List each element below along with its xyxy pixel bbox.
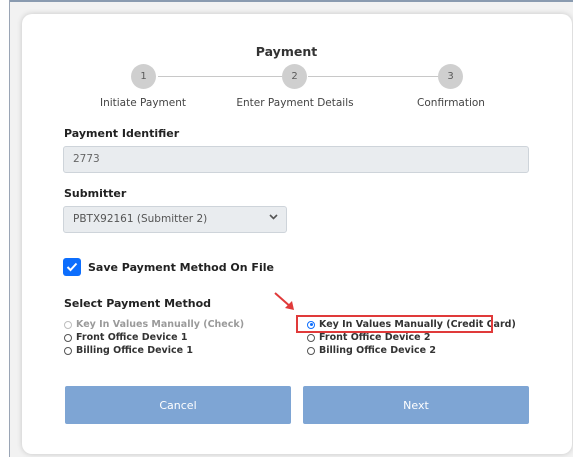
radio-option-label: Key In Values Manually (Check) <box>76 319 245 330</box>
submitter-select[interactable]: PBTX92161 (Submitter 2) <box>63 206 287 233</box>
chevron-down-icon <box>269 213 278 223</box>
radio-button[interactable] <box>307 333 315 342</box>
radio-option-billing-office-1[interactable]: Billing Office Device 1 <box>64 345 193 356</box>
step-1-label: Initiate Payment <box>99 97 187 109</box>
radio-option-billing-office-2[interactable]: Billing Office Device 2 <box>307 345 436 356</box>
step-1-circle: 1 <box>131 64 156 89</box>
annotation-arrow-icon <box>274 292 294 310</box>
step-2-label: Enter Payment Details <box>236 97 354 109</box>
payment-identifier-value: 2773 <box>73 153 100 165</box>
radio-option-check-manual: Key In Values Manually (Check) <box>64 319 244 330</box>
radio-button[interactable] <box>307 346 315 355</box>
step-3-label: Confirmation <box>417 97 485 109</box>
checkmark-icon <box>66 262 78 272</box>
step-3-circle: 3 <box>438 64 463 89</box>
stepper-connector <box>158 76 282 77</box>
select-payment-method-label: Select Payment Method <box>64 297 212 310</box>
annotation-highlight-box <box>296 315 493 333</box>
radio-button <box>64 320 72 329</box>
page-title: Payment <box>255 44 318 59</box>
next-button[interactable]: Next <box>303 386 529 424</box>
radio-option-label: Front Office Device 1 <box>76 332 188 343</box>
radio-option-front-office-2[interactable]: Front Office Device 2 <box>307 332 431 343</box>
payment-identifier-label: Payment Identifier <box>64 127 180 140</box>
payment-identifier-field: 2773 <box>63 146 529 173</box>
radio-option-label: Front Office Device 2 <box>319 332 431 343</box>
stepper-connector <box>308 76 438 77</box>
save-payment-method-checkbox[interactable] <box>63 258 81 276</box>
radio-option-label: Billing Office Device 1 <box>76 345 193 356</box>
cancel-button[interactable]: Cancel <box>65 386 291 424</box>
radio-option-front-office-1[interactable]: Front Office Device 1 <box>64 332 188 343</box>
window-top-border <box>0 0 573 2</box>
submitter-label: Submitter <box>64 187 127 200</box>
radio-option-label: Billing Office Device 2 <box>319 345 436 356</box>
radio-button[interactable] <box>64 333 72 342</box>
step-2-circle: 2 <box>282 64 307 89</box>
left-panel-edge <box>0 0 10 457</box>
submitter-selected-value: PBTX92161 (Submitter 2) <box>73 213 208 225</box>
save-payment-method-label: Save Payment Method On File <box>88 261 274 274</box>
radio-button[interactable] <box>64 346 72 355</box>
